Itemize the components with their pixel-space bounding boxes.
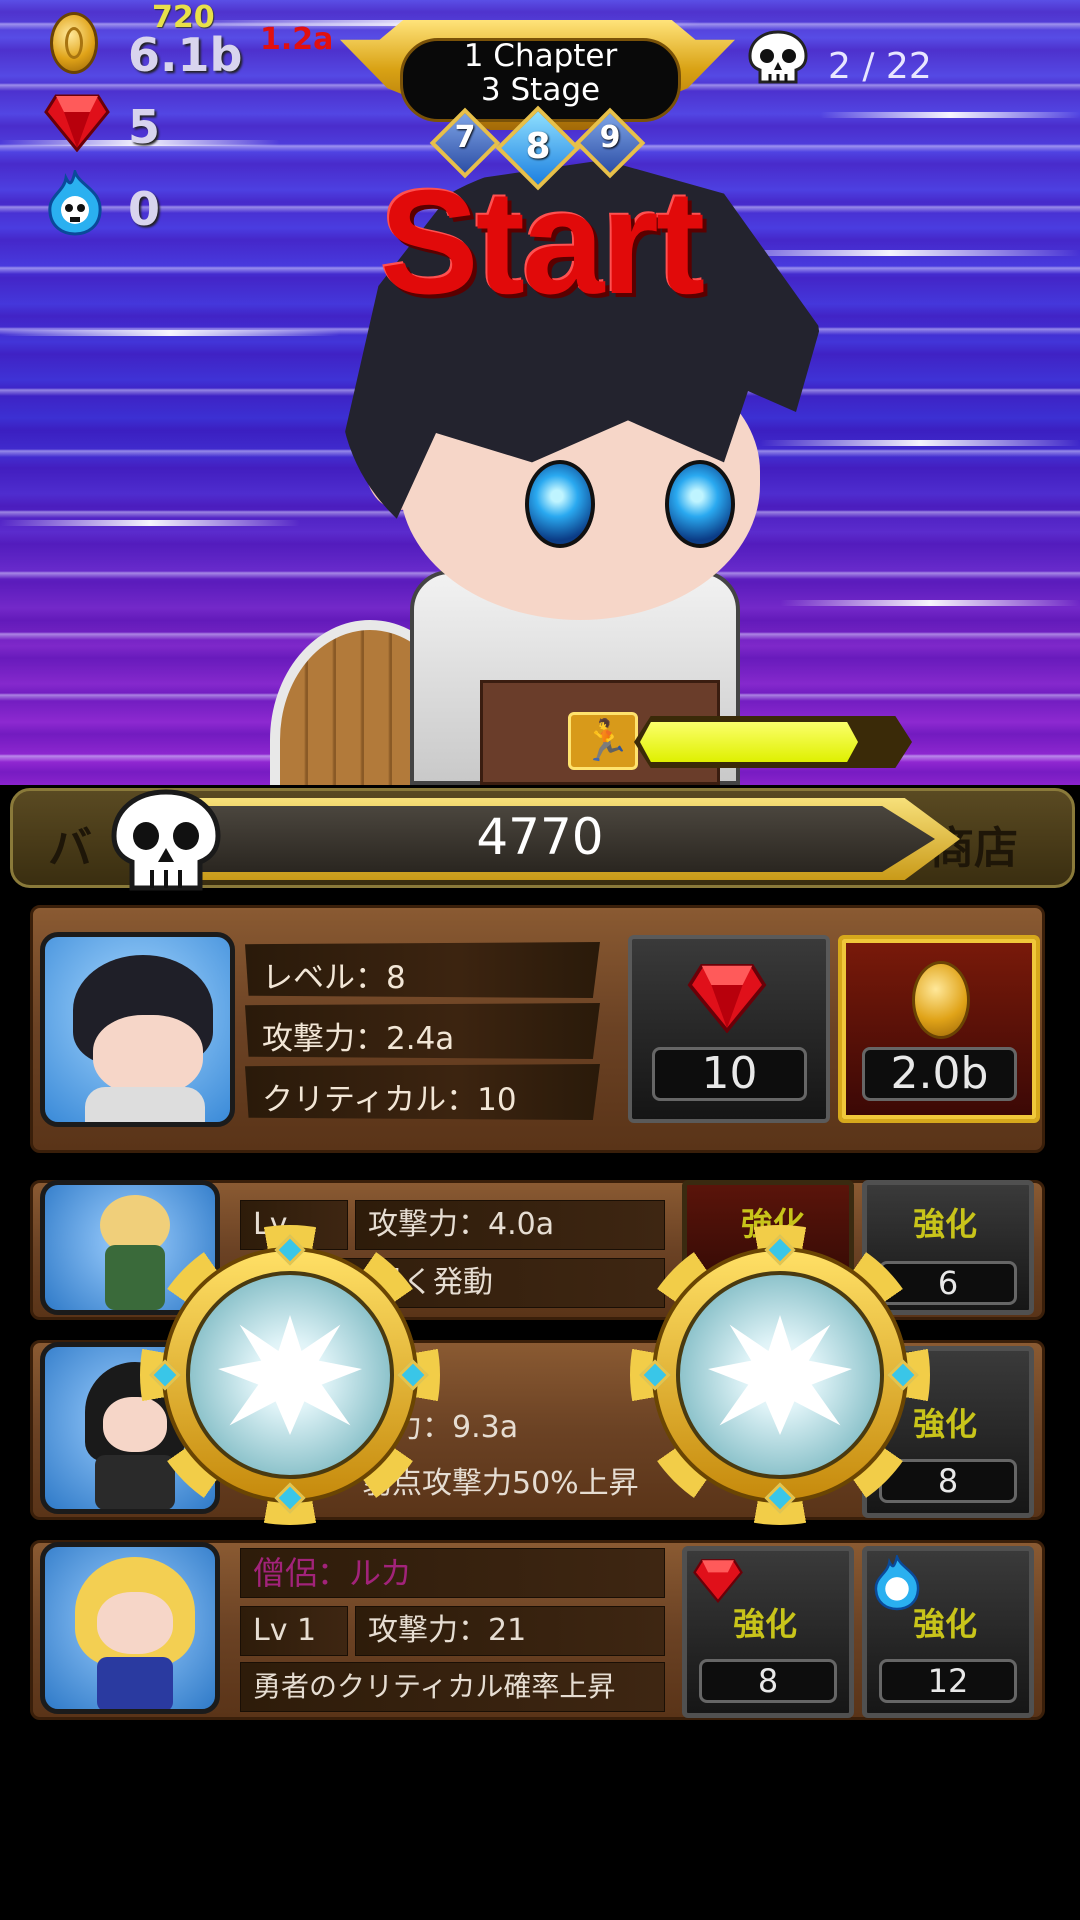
gem-amount: 5 <box>128 100 161 154</box>
hero-hp-bar <box>634 716 912 768</box>
party-name: 僧侶：ルカ <box>240 1548 665 1598</box>
priest-portrait[interactable] <box>40 1542 220 1714</box>
chapter-label: 1 Chapter <box>463 38 618 74</box>
portrait-face <box>97 1592 173 1654</box>
stage-label: 3 Stage <box>480 72 601 108</box>
party-desc: 勇者のクリティカル確率上昇 <box>240 1662 665 1712</box>
skull-icon <box>111 789 221 891</box>
gold-coin-icon <box>912 961 970 1039</box>
tab-left[interactable]: バ <box>48 812 92 876</box>
gold-cost: 2.0b <box>862 1047 1017 1101</box>
soul-amount: 0 <box>128 182 161 236</box>
hero-attack: 攻撃力：2.4a <box>262 1021 455 1057</box>
skill-button-right[interactable] <box>630 1225 930 1525</box>
speed-streak <box>820 112 1080 118</box>
gem-cost: 8 <box>699 1659 837 1703</box>
portrait-dress <box>97 1657 173 1709</box>
portrait-armor <box>85 1087 205 1122</box>
hero-critical: クリティカル：10 <box>262 1082 517 1118</box>
enhance-label: 強化 <box>912 1605 977 1643</box>
stage-number-prev: 7 <box>454 120 476 155</box>
gem-cost: 10 <box>652 1047 807 1101</box>
party-attack: 攻撃力：21 <box>355 1606 665 1656</box>
kill-counter: 2 / 22 <box>828 46 932 87</box>
hero-eye <box>665 460 735 548</box>
blue-soul-flame-icon <box>48 170 102 236</box>
skill-button-left[interactable] <box>140 1225 440 1525</box>
gem-upgrade-button[interactable]: 10 <box>628 935 830 1123</box>
score-value: 4770 <box>476 808 604 866</box>
skull-icon <box>748 30 808 84</box>
hero-eye <box>525 460 595 548</box>
enhance-label: 強化 <box>732 1605 797 1643</box>
soul-enhance-button[interactable]: 強化 12 <box>862 1546 1034 1718</box>
gold-amount: 6.1b <box>128 28 243 82</box>
soul-cost: 12 <box>879 1659 1017 1703</box>
gold-upgrade-button[interactable]: 2.0b <box>838 935 1040 1123</box>
speed-streak <box>0 520 300 526</box>
battle-scene: 720 6.1b 1.2a 5 0 1 Chapter 3 Stage 7 8 … <box>0 0 1080 785</box>
ruby-gem-icon <box>693 1559 743 1603</box>
runner-icon: 🏃 <box>568 712 638 770</box>
start-banner-text: Start <box>380 160 705 325</box>
ruby-gem-icon <box>44 94 110 152</box>
stage-number-next: 9 <box>599 120 621 155</box>
hero-portrait[interactable] <box>40 932 235 1127</box>
ruby-gem-icon <box>687 964 767 1033</box>
gold-coin-icon <box>50 12 98 74</box>
damage-rate: 1.2a <box>260 22 334 57</box>
hero-hp-fill <box>640 722 858 762</box>
gem-enhance-button[interactable]: 強化 8 <box>682 1546 854 1718</box>
party-level: Lv 1 <box>240 1606 348 1656</box>
hero-level: レベル：8 <box>262 960 406 996</box>
portrait-face <box>93 1015 203 1095</box>
